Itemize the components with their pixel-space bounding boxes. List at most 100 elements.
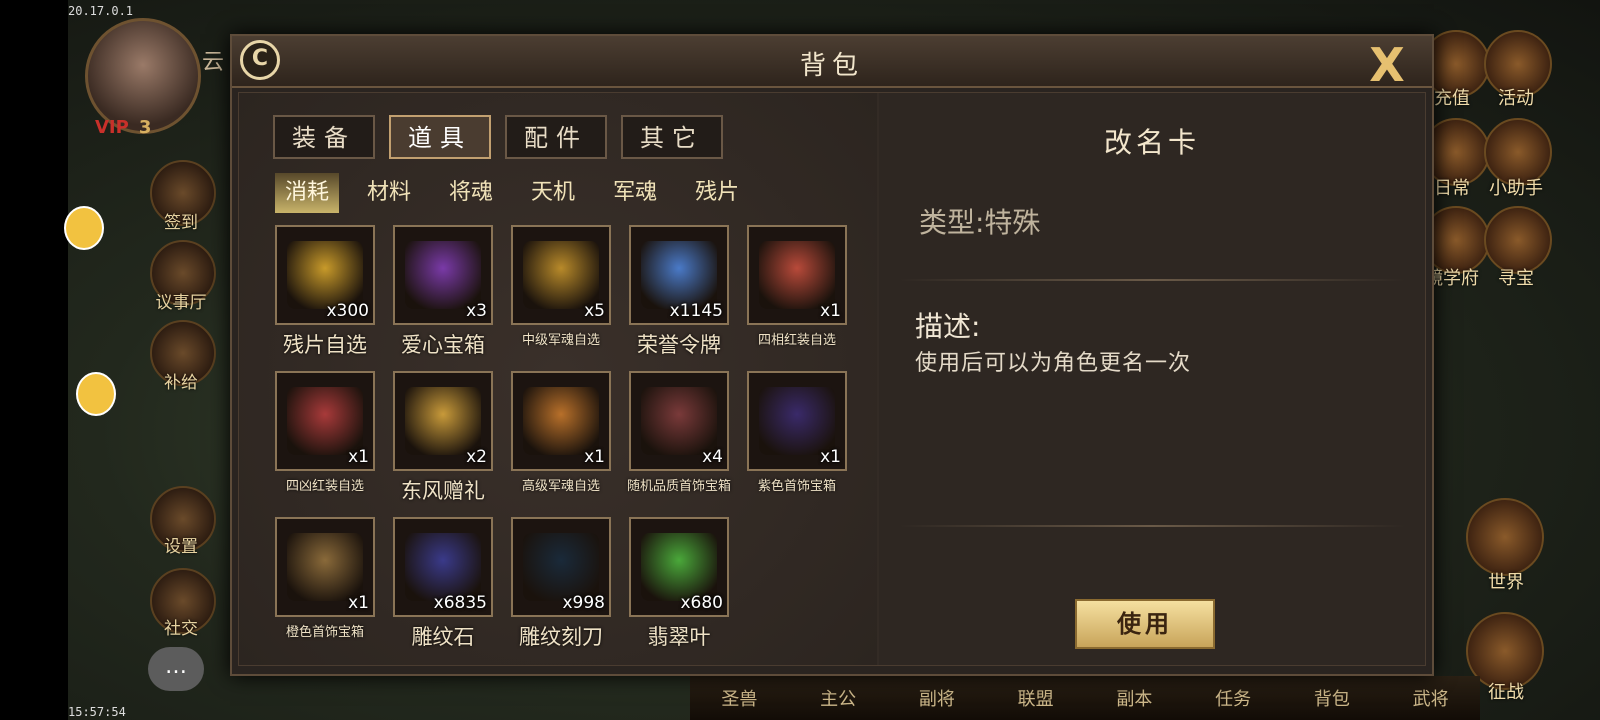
- vip-label: VIP: [95, 117, 129, 138]
- item-count: x1: [820, 447, 841, 467]
- vip-level: 3: [138, 117, 152, 138]
- item-name: 雕纹刻刀: [519, 625, 603, 649]
- item-count: x4: [702, 447, 723, 467]
- item-slot[interactable]: x3: [393, 225, 493, 325]
- subtab-army-souls[interactable]: 军魂: [603, 173, 667, 213]
- right-menu-world[interactable]: 世界: [1466, 568, 1546, 594]
- subcategory-tabs: 消耗 材料 将魂 天机 军魂 残片: [275, 173, 855, 213]
- world-dragon-icon[interactable]: [1466, 498, 1544, 576]
- jewel-box-icon: [287, 533, 363, 601]
- item-slot[interactable]: x1: [511, 371, 611, 471]
- nav-lieutenant[interactable]: 副将: [919, 685, 955, 711]
- item-slot[interactable]: x1145: [629, 225, 729, 325]
- item-count: x680: [680, 593, 723, 613]
- item-name: 紫色首饰宝箱: [757, 479, 836, 494]
- item-name: 橙色首饰宝箱: [285, 625, 364, 640]
- divider: [899, 525, 1405, 527]
- cat-mascot-icon[interactable]: [76, 372, 116, 416]
- nav-dungeon[interactable]: 副本: [1116, 685, 1152, 711]
- detail-desc-text: 使用后可以为角色更名一次: [915, 351, 1192, 376]
- left-menu-settings[interactable]: 设置: [150, 532, 212, 557]
- backpack-dialog: 背包 装备 道具 配件 其它 消耗 材料 将魂 天机 军魂 残片 x300 残片自…: [230, 34, 1434, 676]
- dialog-title: 背包: [799, 51, 864, 81]
- item-name: 荣誉令牌: [637, 333, 721, 357]
- nav-lord[interactable]: 主公: [820, 685, 856, 711]
- item-slot[interactable]: x1: [275, 517, 375, 617]
- subtab-fragments[interactable]: 残片: [685, 173, 749, 213]
- left-menu-council-hall[interactable]: 议事厅: [150, 288, 212, 313]
- jade-leaf-icon: [641, 533, 717, 601]
- category-tabs: 装备 道具 配件 其它: [273, 115, 723, 159]
- divider: [899, 279, 1405, 281]
- left-menu-sign-in[interactable]: 签到: [150, 208, 212, 233]
- cat-mascot-icon[interactable]: [64, 206, 104, 250]
- item-slot[interactable]: x1: [747, 371, 847, 471]
- left-letterbox: [0, 0, 68, 720]
- item-slot[interactable]: x6835: [393, 517, 493, 617]
- player-name: 云: [202, 50, 225, 75]
- item-slot[interactable]: x5: [511, 225, 611, 325]
- gold-chest-icon: [287, 241, 363, 309]
- subtab-tianji[interactable]: 天机: [521, 173, 585, 213]
- nav-backpack[interactable]: 背包: [1314, 685, 1350, 711]
- detail-title: 改名卡: [1103, 126, 1200, 159]
- tab-accessories[interactable]: 配件: [505, 115, 607, 159]
- item-panel: 装备 道具 配件 其它 消耗 材料 将魂 天机 军魂 残片 x300 残片自选 x3…: [239, 93, 877, 665]
- nav-sacred-beast[interactable]: 圣兽: [721, 685, 757, 711]
- subtab-consumables[interactable]: 消耗: [275, 173, 340, 213]
- subtab-materials[interactable]: 材料: [357, 173, 421, 213]
- item-name: 中级军魂自选: [521, 333, 600, 348]
- right-menu-activity[interactable]: 活动: [1476, 84, 1556, 110]
- left-menu-social[interactable]: 社交: [150, 614, 212, 639]
- nav-alliance[interactable]: 联盟: [1018, 685, 1054, 711]
- detail-panel: 改名卡 类型:特殊 描述: 使用后可以为角色更名一次 使用: [879, 93, 1425, 665]
- nav-quest[interactable]: 任务: [1215, 685, 1251, 711]
- refresh-icon[interactable]: C: [240, 40, 280, 80]
- detail-type: 类型:特殊: [919, 206, 1041, 239]
- close-icon[interactable]: X: [1364, 42, 1410, 88]
- tab-other[interactable]: 其它: [621, 115, 723, 159]
- item-count: x3: [466, 301, 487, 321]
- item-count: x998: [562, 593, 605, 613]
- tab-items[interactable]: 道具: [389, 115, 491, 159]
- use-button[interactable]: 使用: [1075, 599, 1215, 649]
- right-menu-helper[interactable]: 小助手: [1476, 174, 1556, 200]
- item-slot[interactable]: x1: [275, 371, 375, 471]
- detail-desc-label: 描述:: [915, 310, 981, 343]
- item-slot[interactable]: x680: [629, 517, 729, 617]
- item-slot[interactable]: x4: [629, 371, 729, 471]
- item-count: x300: [326, 301, 369, 321]
- carving-stone-icon: [405, 533, 481, 601]
- item-count: x1: [584, 447, 605, 467]
- item-slot[interactable]: x300: [275, 225, 375, 325]
- subtab-general-souls[interactable]: 将魂: [439, 173, 503, 213]
- carving-knife-icon: [523, 533, 599, 601]
- item-name: 雕纹石: [411, 625, 475, 649]
- status-ip: 20.17.0.1: [68, 4, 134, 18]
- jewel-box-icon: [641, 387, 717, 455]
- status-time: 15:57:54: [68, 705, 126, 719]
- heart-chest-icon: [405, 241, 481, 309]
- red-gold-chest-icon: [523, 387, 599, 455]
- item-slot[interactable]: x998: [511, 517, 611, 617]
- item-slot[interactable]: x1: [747, 225, 847, 325]
- bottom-nav: 圣兽 主公 副将 联盟 副本 任务 背包 武将: [690, 676, 1480, 720]
- item-count: x5: [584, 301, 605, 321]
- item-slot[interactable]: x2: [393, 371, 493, 471]
- chat-bubble-icon[interactable]: …: [148, 647, 204, 691]
- red-chest-icon: [759, 241, 835, 309]
- tab-equipment[interactable]: 装备: [273, 115, 375, 159]
- item-count: x1145: [669, 301, 723, 321]
- left-menu-supply[interactable]: 补给: [150, 368, 212, 393]
- item-count: x1: [820, 301, 841, 321]
- vip-badge[interactable]: VIP 3: [95, 117, 151, 138]
- dialog-content: 装备 道具 配件 其它 消耗 材料 将魂 天机 军魂 残片 x300 残片自选 x3…: [238, 92, 1426, 666]
- gift-box-icon: [405, 387, 481, 455]
- red-chest-icon: [287, 387, 363, 455]
- item-name: 随机品质首饰宝箱: [626, 479, 731, 494]
- item-count: x1: [348, 447, 369, 467]
- nav-generals[interactable]: 武将: [1413, 685, 1449, 711]
- right-menu-treasure[interactable]: 寻宝: [1476, 264, 1556, 290]
- honor-token-icon: [641, 241, 717, 309]
- item-name: 四相红装自选: [757, 333, 836, 348]
